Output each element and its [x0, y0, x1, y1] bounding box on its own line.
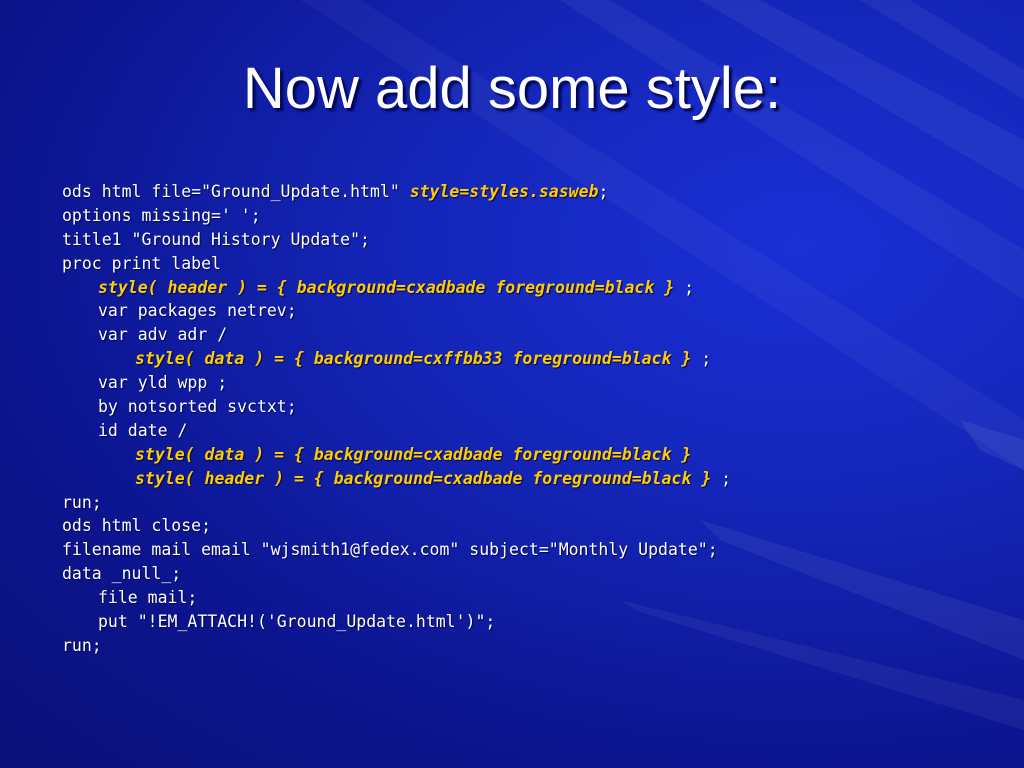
code-highlight: style( header ) = { background=cxadbade … — [98, 277, 675, 297]
code-text: ; — [691, 349, 712, 369]
code-line: id date / — [98, 420, 188, 440]
code-line: style( data ) = { background=cxffbb33 fo… — [62, 347, 1002, 371]
code-line: style( header ) = { background=cxadbade … — [62, 276, 1002, 300]
code-line: var yld wpp ; — [98, 373, 228, 393]
code-line: ods html file="Ground_Update.html" style… — [62, 180, 1002, 204]
code-block: ods html file="Ground_Update.html" style… — [62, 180, 1002, 658]
code-text: ods html file="Ground_Update.html" — [62, 182, 410, 201]
code-highlight: style=styles.sasweb — [409, 182, 599, 201]
code-line: style( header ) = { background=cxadbade … — [62, 467, 1002, 491]
code-line: title1 "Ground History Update"; — [62, 229, 370, 249]
code-line: style( data ) = { background=cxadbade fo… — [62, 443, 1002, 467]
code-line: options missing=' '; — [62, 205, 261, 225]
code-line: var adv adr / — [98, 325, 228, 345]
code-text: ; — [674, 277, 695, 297]
code-line: filename mail email "wjsmith1@fedex.com"… — [62, 540, 718, 560]
code-line: run; — [62, 635, 102, 655]
code-text: ; — [711, 468, 732, 488]
code-line: put "!EM_ATTACH!('Ground_Update.html')"; — [98, 612, 496, 632]
code-line: var packages netrev; — [98, 301, 297, 321]
code-line: proc print label — [62, 253, 221, 273]
slide-title: Now add some style: — [242, 56, 782, 121]
code-highlight: style( header ) = { background=cxadbade … — [135, 468, 712, 488]
code-line: run; — [62, 492, 102, 512]
code-text: ; — [598, 182, 609, 201]
code-highlight: style( data ) = { background=cxffbb33 fo… — [135, 349, 692, 369]
code-line: data _null_; — [62, 564, 182, 584]
code-line: file mail; — [98, 588, 198, 608]
code-line: by notsorted svctxt; — [98, 397, 297, 417]
code-line: ods html close; — [62, 516, 212, 536]
code-highlight: style( data ) = { background=cxadbade fo… — [135, 444, 692, 464]
